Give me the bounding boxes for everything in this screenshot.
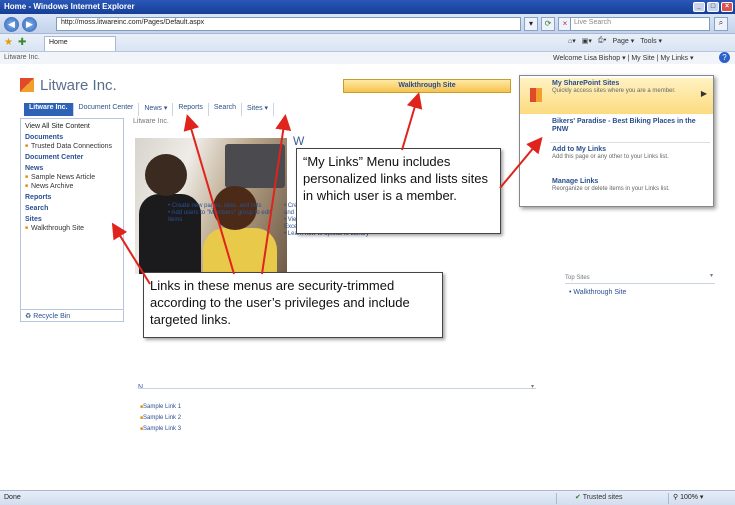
webpart-menu-icon[interactable]: ▾	[531, 383, 534, 390]
annotation-security-trimmed: Links in these menus are security-trimme…	[143, 272, 443, 338]
add-favorites-icon[interactable]: ✚	[18, 37, 26, 48]
menu-item-desc: Add this page or any other to your Links…	[552, 154, 669, 160]
favorites-star-icon[interactable]: ★	[4, 37, 13, 48]
top-navigation: Litware Inc. Document Center News ▾ Repo…	[24, 103, 275, 116]
top-sites-title: Top Sites	[565, 275, 590, 281]
quicklaunch-documents[interactable]: Documents	[25, 133, 119, 142]
command-bar: ⌂▾ ▣▾ ⎙▾ Page ▾ Tools ▾	[568, 37, 662, 45]
site-name[interactable]: Litware Inc.	[40, 77, 117, 94]
zoom-control[interactable]: ⚲ 100% ▾	[668, 493, 732, 504]
links-webpart: N ▾ Sample Link 1 Sample Link 2 Sample L…	[138, 384, 538, 432]
links-list: Sample Link 1 Sample Link 2 Sample Link …	[140, 402, 181, 435]
view-all-content-link[interactable]: View All Site Content	[25, 122, 119, 131]
nav-tab-sites[interactable]: Sites ▾	[242, 103, 275, 116]
quicklaunch-doc-item[interactable]: Trusted Data Connections	[25, 142, 119, 151]
refresh-icon[interactable]: ⟳	[541, 17, 555, 31]
status-bar: Done ✔ Trusted sites ⚲ 100% ▾	[0, 490, 735, 505]
maximize-button[interactable]: □	[707, 2, 719, 12]
help-icon[interactable]: ?	[719, 52, 730, 63]
recycle-bin-link[interactable]: ♻ Recycle Bin	[20, 309, 124, 322]
top-sites-item[interactable]: • Walkthrough Site	[569, 289, 626, 296]
window-title: Home - Windows Internet Explorer	[4, 2, 135, 11]
page-title: W	[293, 134, 305, 148]
top-sites-header: Top Sites ▾	[565, 272, 715, 284]
security-zone: ✔ Trusted sites	[556, 493, 646, 504]
quicklaunch-search[interactable]: Search	[25, 204, 119, 213]
favorites-bar: ★ ✚ Home ⌂▾ ▣▾ ⎙▾ Page ▾ Tools ▾	[0, 34, 735, 52]
close-button[interactable]: ×	[721, 2, 733, 12]
menu-item-manage-links[interactable]: Manage Links Reorganize or delete items …	[520, 176, 713, 206]
quicklaunch-document-center[interactable]: Document Center	[25, 153, 119, 162]
forward-button[interactable]: ▶	[22, 17, 37, 32]
nav-tab-document-center[interactable]: Document Center	[74, 103, 140, 116]
walkthrough-site-menu-item[interactable]: Walkthrough Site	[343, 79, 511, 93]
webpart-menu-icon[interactable]: ▾	[710, 272, 713, 279]
search-icon[interactable]: ⌕	[714, 17, 728, 31]
quicklaunch-news-archive[interactable]: News Archive	[25, 182, 119, 191]
address-buttons: ▾ ⟳ ×	[524, 17, 572, 31]
zoom-value: 100%	[680, 494, 698, 501]
menu-item-title: Bikers' Paradise - Best Biking Places in…	[552, 118, 696, 133]
breadcrumb[interactable]: Litware Inc.	[133, 118, 543, 125]
browser-tab[interactable]: Home	[44, 36, 116, 51]
list-item[interactable]: Sample Link 1	[140, 402, 181, 413]
photo-person-body	[203, 228, 277, 274]
check-icon: ✔	[575, 494, 583, 501]
annotation-my-links: “My Links” Menu includes personalized li…	[296, 148, 501, 234]
menu-item-bikers-paradise[interactable]: Bikers' Paradise - Best Biking Places in…	[520, 116, 713, 142]
top-site-label[interactable]: Litware Inc.	[4, 54, 40, 61]
status-text: Done	[4, 494, 21, 501]
quicklaunch-sites-item[interactable]: Walkthrough Site	[25, 224, 119, 233]
nav-tab-news[interactable]: News ▾	[139, 103, 174, 116]
site-logo-icon	[20, 78, 34, 92]
quicklaunch-news[interactable]: News	[25, 164, 119, 173]
list-item[interactable]: Sample Link 2	[140, 413, 181, 424]
menu-item-my-sharepoint-sites[interactable]: My SharePoint Sites Quickly access sites…	[520, 78, 713, 114]
menu-item-desc: Quickly access sites where you are a mem…	[552, 88, 676, 94]
menu-separator	[550, 142, 710, 143]
quick-launch: View All Site Content Documents Trusted …	[20, 118, 124, 310]
sharepoint-icon	[530, 88, 542, 102]
nav-tab-reports[interactable]: Reports	[173, 103, 209, 116]
address-bar: ◀ ▶ http://moss.litwareinc.com/Pages/Def…	[0, 14, 735, 34]
submenu-arrow-icon: ▶	[700, 89, 707, 98]
photo-monitor	[225, 144, 285, 188]
menu-item-title: My SharePoint Sites	[552, 80, 620, 87]
url-field[interactable]: http://moss.litwareinc.com/Pages/Default…	[56, 17, 521, 31]
quicklaunch-news-item[interactable]: Sample News Article	[25, 173, 119, 182]
welcome-menu[interactable]: Welcome Lisa Bishop ▾ | My Site | My Lin…	[553, 54, 693, 62]
menu-item-add-to-my-links[interactable]: Add to My Links Add this page or any oth…	[520, 144, 713, 174]
back-button[interactable]: ◀	[4, 17, 19, 32]
dropdown-icon[interactable]: ▾	[524, 17, 538, 31]
recycle-bin-label: Recycle Bin	[33, 313, 71, 320]
menu-item-desc: Reorganize or delete items in your Links…	[552, 186, 670, 192]
zone-label: Trusted sites	[582, 494, 623, 501]
links-header-line: ▾	[138, 384, 536, 390]
minimize-button[interactable]: _	[693, 2, 705, 12]
list-item[interactable]: Sample Link 3	[140, 424, 181, 435]
recycle-bin-icon: ♻	[25, 313, 34, 320]
quicklaunch-reports[interactable]: Reports	[25, 193, 119, 202]
feeds-icon[interactable]: ▣▾	[582, 37, 592, 45]
nav-tab-search[interactable]: Search	[209, 103, 243, 116]
window-titlebar: Home - Windows Internet Explorer _ □ ×	[0, 0, 735, 14]
quicklaunch-sites[interactable]: Sites	[25, 215, 119, 224]
tools-menu[interactable]: Tools ▾	[640, 37, 662, 45]
nav-tab-home[interactable]: Litware Inc.	[24, 103, 74, 116]
top-strip: Litware Inc. Welcome Lisa Bishop ▾ | My …	[0, 52, 735, 64]
print-icon[interactable]: ⎙▾	[598, 37, 607, 45]
photo-person-head	[145, 154, 187, 196]
search-input[interactable]: Live Search	[570, 17, 710, 31]
getting-started-column[interactable]: • Create new pages, sites, and lists • A…	[168, 203, 272, 224]
menu-item-title: Manage Links	[552, 178, 599, 185]
my-links-menu: My SharePoint Sites Quickly access sites…	[519, 75, 714, 207]
page-menu[interactable]: Page ▾	[612, 37, 634, 45]
home-icon[interactable]: ⌂▾	[568, 37, 576, 45]
menu-item-title: Add to My Links	[552, 146, 607, 153]
